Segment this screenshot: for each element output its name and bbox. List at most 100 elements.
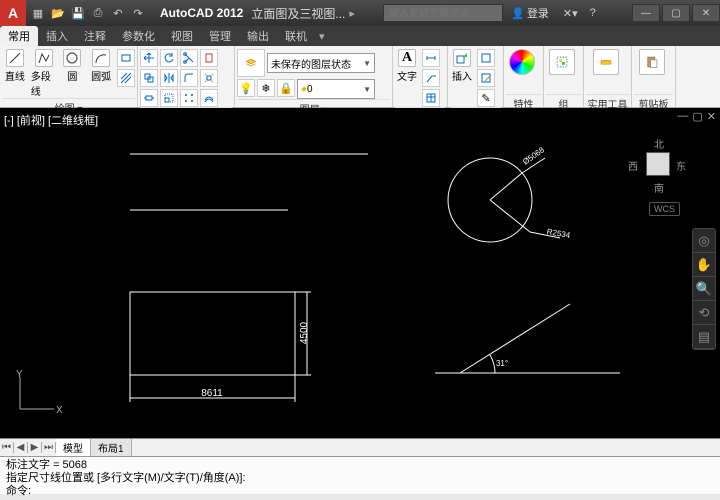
panel-draw: 直线 多段线 圆 圆弧 绘图 ▾ bbox=[0, 46, 138, 107]
explode-icon[interactable] bbox=[200, 69, 218, 87]
circle-button[interactable]: 圆 bbox=[60, 49, 86, 83]
login-button[interactable]: 👤 登录 bbox=[511, 5, 549, 21]
array-icon[interactable] bbox=[180, 89, 198, 107]
new-icon[interactable]: ▦ bbox=[30, 5, 46, 21]
svg-text:Y: Y bbox=[16, 369, 23, 380]
drawing-canvas[interactable]: [-] [前视] [二维线框] — ▢ ✕ 8611 4500 Ø5068 R2… bbox=[0, 108, 720, 438]
scale-icon[interactable] bbox=[160, 89, 178, 107]
hatch-icon[interactable] bbox=[117, 69, 135, 87]
stretch-icon[interactable] bbox=[140, 89, 158, 107]
dim-width: 8611 bbox=[201, 388, 223, 399]
dim-angle: 31° bbox=[496, 359, 508, 368]
trim-icon[interactable] bbox=[180, 49, 198, 67]
arc-button[interactable]: 圆弧 bbox=[88, 49, 114, 83]
title-bar: A ▦ 📂 💾 ⎙ ↶ ↷ AutoCAD 2012 立面图及三视图... ▸ … bbox=[0, 0, 720, 26]
rotate-icon[interactable] bbox=[160, 49, 178, 67]
layer-off-icon[interactable]: 💡 bbox=[237, 79, 255, 97]
close-button[interactable]: ✕ bbox=[692, 4, 720, 22]
save-icon[interactable]: 💾 bbox=[70, 5, 86, 21]
ucs-icon: YX bbox=[14, 371, 58, 418]
dim-linear-icon[interactable] bbox=[422, 49, 440, 67]
create-block-icon[interactable] bbox=[477, 49, 495, 67]
ribbon-tabs: 常用 插入 注释 参数化 视图 管理 输出 联机 ▾ bbox=[0, 26, 720, 46]
panel-label-clip[interactable]: 剪贴板 bbox=[634, 94, 673, 106]
measure-button[interactable] bbox=[586, 49, 626, 75]
panel-block: 插入 ✎ 块 ▾ bbox=[448, 46, 504, 107]
tab-output[interactable]: 输出 bbox=[239, 26, 277, 46]
app-logo[interactable]: A bbox=[0, 0, 26, 26]
search-input[interactable] bbox=[383, 4, 503, 22]
tab-last-icon[interactable]: ⏭ bbox=[42, 442, 56, 453]
app-title: AutoCAD 2012 bbox=[160, 6, 243, 20]
svg-text:X: X bbox=[56, 405, 63, 416]
maximize-button[interactable]: ▢ bbox=[662, 4, 690, 22]
attrib-icon[interactable]: ✎ bbox=[477, 89, 495, 107]
redo-icon[interactable]: ↷ bbox=[130, 5, 146, 21]
paste-button[interactable] bbox=[634, 49, 670, 75]
wheel-icon[interactable]: ◎ bbox=[693, 229, 715, 253]
pan-icon[interactable]: ✋ bbox=[693, 253, 715, 277]
line-button[interactable]: 直线 bbox=[2, 49, 28, 83]
exchange-icon[interactable]: ✕▾ bbox=[563, 7, 578, 20]
tab-first-icon[interactable]: ⏮ bbox=[0, 442, 14, 453]
tab-home[interactable]: 常用 bbox=[0, 26, 38, 46]
layout1-tab[interactable]: 布局1 bbox=[91, 439, 132, 456]
layer-lock-icon[interactable]: 🔒 bbox=[277, 79, 295, 97]
tab-parametric[interactable]: 参数化 bbox=[114, 26, 163, 46]
navigation-bar: ◎ ✋ 🔍 ⟲ ▤ bbox=[692, 228, 716, 350]
panel-clipboard: 剪贴板 bbox=[632, 46, 676, 107]
doc-title: 立面图及三视图... bbox=[251, 5, 345, 22]
leader-icon[interactable] bbox=[422, 69, 440, 87]
undo-icon[interactable]: ↶ bbox=[110, 5, 126, 21]
edit-block-icon[interactable] bbox=[477, 69, 495, 87]
table-icon[interactable] bbox=[422, 89, 440, 107]
dim-radius: R2534 bbox=[546, 227, 571, 240]
fillet-icon[interactable] bbox=[180, 69, 198, 87]
panel-utilities: 实用工具 bbox=[584, 46, 632, 107]
layer-props-icon[interactable] bbox=[237, 49, 265, 77]
tab-manage[interactable]: 管理 bbox=[201, 26, 239, 46]
open-icon[interactable]: 📂 bbox=[50, 5, 66, 21]
rect-icon[interactable] bbox=[117, 49, 135, 67]
tab-next-icon[interactable]: ▶ bbox=[28, 442, 42, 453]
dim-diameter: Ø5068 bbox=[521, 145, 546, 166]
help-icon[interactable]: ? bbox=[590, 7, 596, 19]
panel-label-prop[interactable]: 特性 bbox=[506, 94, 541, 106]
tab-expand-icon[interactable]: ▾ bbox=[319, 30, 325, 43]
offset-icon[interactable] bbox=[200, 89, 218, 107]
tab-prev-icon[interactable]: ◀ bbox=[14, 442, 28, 453]
panel-label-util[interactable]: 实用工具 bbox=[586, 94, 629, 106]
minimize-button[interactable]: — bbox=[632, 4, 660, 22]
cmd-history-1: 标注文字 = 5068 bbox=[6, 459, 714, 472]
mirror-icon[interactable] bbox=[160, 69, 178, 87]
layer-freeze-icon[interactable]: ❄ bbox=[257, 79, 275, 97]
tab-view[interactable]: 视图 bbox=[163, 26, 201, 46]
polyline-button[interactable]: 多段线 bbox=[31, 49, 57, 98]
text-button[interactable]: A文字 bbox=[395, 49, 419, 83]
user-icon: 👤 bbox=[511, 7, 525, 20]
command-line[interactable]: 标注文字 = 5068 指定尺寸线位置或 [多行文字(M)/文字(T)/角度(A… bbox=[0, 456, 720, 494]
drawing-svg: 8611 4500 Ø5068 R2534 31° bbox=[0, 108, 720, 438]
erase-icon[interactable] bbox=[200, 49, 218, 67]
model-tab[interactable]: 模型 bbox=[56, 439, 91, 456]
wcs-badge[interactable]: WCS bbox=[649, 202, 680, 216]
print-icon[interactable]: ⎙ bbox=[90, 5, 106, 21]
move-icon[interactable] bbox=[140, 49, 158, 67]
group-button[interactable] bbox=[546, 49, 578, 75]
quick-access-toolbar: ▦ 📂 💾 ⎙ ↶ ↷ bbox=[30, 5, 146, 21]
tab-annotate[interactable]: 注释 bbox=[76, 26, 114, 46]
cmd-history-2: 指定尺寸线位置或 [多行文字(M)/文字(T)/角度(A)]: bbox=[6, 472, 714, 485]
copy-icon[interactable] bbox=[140, 69, 158, 87]
tab-online[interactable]: 联机 bbox=[277, 26, 315, 46]
viewcube[interactable]: 北 南 西 东 bbox=[626, 132, 690, 196]
showmotion-icon[interactable]: ▤ bbox=[693, 325, 715, 349]
panel-label-group[interactable]: 组 bbox=[546, 94, 581, 106]
properties-button[interactable] bbox=[506, 49, 538, 75]
layer-state-combo[interactable]: 未保存的图层状态▼ bbox=[267, 53, 375, 73]
zoom-icon[interactable]: 🔍 bbox=[693, 277, 715, 301]
insert-button[interactable]: 插入 bbox=[450, 49, 474, 83]
layer-current-combo[interactable]: ● 0▼ bbox=[297, 79, 375, 99]
dim-height: 4500 bbox=[299, 321, 310, 344]
orbit-icon[interactable]: ⟲ bbox=[693, 301, 715, 325]
tab-insert[interactable]: 插入 bbox=[38, 26, 76, 46]
